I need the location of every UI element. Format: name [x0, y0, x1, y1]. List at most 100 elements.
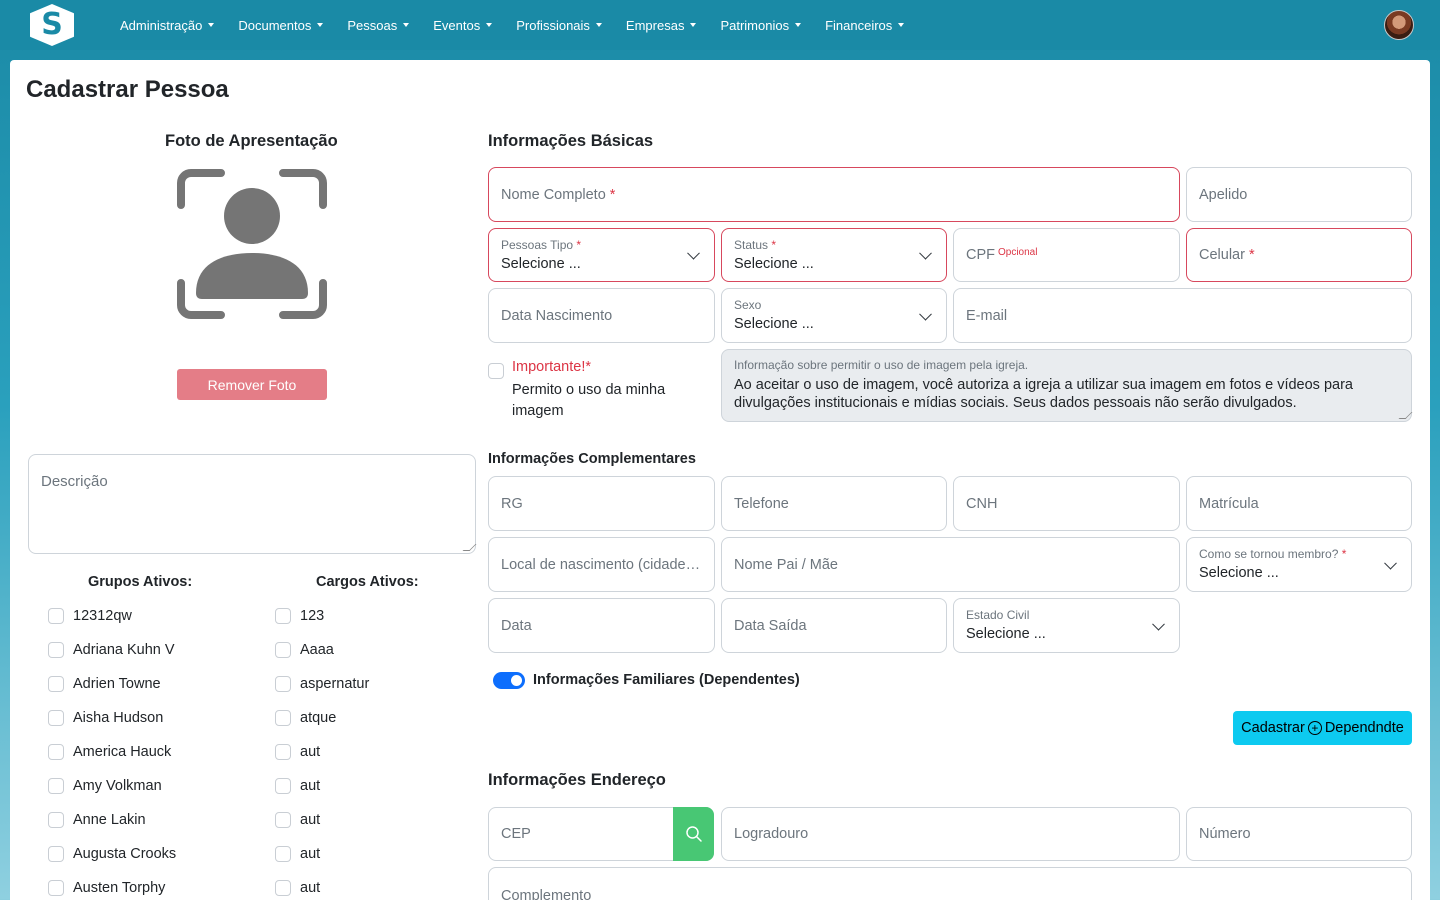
caret-down-icon — [595, 23, 602, 27]
membership-origin-select[interactable]: Como se tornou membro? * Selecione ... — [1186, 537, 1412, 592]
group-checkbox-item[interactable]: Austen Torphy — [48, 878, 165, 898]
caret-down-icon — [690, 23, 697, 27]
nav-label: Pessoas — [347, 17, 398, 33]
group-checkbox-item[interactable]: America Hauck — [48, 742, 171, 762]
remove-photo-button[interactable]: Remover Foto — [177, 369, 327, 400]
checkbox[interactable] — [48, 642, 64, 658]
registration-input[interactable]: Matrícula — [1186, 476, 1412, 531]
select-label: Status — [734, 238, 769, 252]
exit-date-input[interactable]: Data Saída — [721, 598, 947, 653]
checkbox-label: Augusta Crooks — [73, 846, 177, 862]
group-checkbox-item[interactable]: Adrien Towne — [48, 674, 161, 694]
checkbox[interactable] — [275, 812, 291, 828]
street-input[interactable]: Logradouro — [721, 807, 1180, 861]
field-placeholder: RG — [501, 495, 523, 512]
nav-item-profissionais[interactable]: Profissionais — [516, 18, 602, 33]
cnh-input[interactable]: CNH — [953, 476, 1180, 531]
nav-item-eventos[interactable]: Eventos — [433, 18, 493, 33]
nav-item-administracao[interactable]: Administração — [120, 17, 215, 33]
checkbox[interactable] — [48, 608, 64, 624]
checkbox[interactable] — [275, 642, 291, 658]
app-logo[interactable]: S — [30, 4, 74, 46]
checkbox[interactable] — [48, 880, 64, 896]
cargo-checkbox-item[interactable]: atque — [275, 708, 336, 728]
checkbox[interactable] — [275, 676, 291, 692]
complement-input[interactable]: Complemento — [488, 867, 1412, 900]
group-checkbox-item[interactable]: Amy Volkman — [48, 776, 162, 796]
cargo-checkbox-item[interactable]: aut — [275, 776, 320, 796]
nav-label: Administração — [120, 17, 203, 33]
add-dependent-button[interactable]: Cadastrar + Dependndte — [1233, 711, 1412, 745]
checkbox[interactable] — [275, 880, 291, 896]
date-input[interactable]: Data — [488, 598, 715, 653]
cargo-checkbox-item[interactable]: aut — [275, 844, 320, 864]
profile-photo-placeholder-icon[interactable] — [177, 169, 327, 319]
family-info-toggle[interactable] — [493, 672, 525, 689]
checkbox[interactable] — [48, 812, 64, 828]
cep-search-button[interactable] — [673, 807, 714, 861]
number-input[interactable]: Número — [1186, 807, 1412, 861]
checkbox[interactable] — [275, 778, 291, 794]
group-checkbox-item[interactable]: Anne Lakin — [48, 810, 146, 830]
nickname-input[interactable]: Apelido — [1186, 167, 1412, 222]
cargo-checkbox-item[interactable]: Aaaa — [275, 640, 334, 660]
group-checkbox-item[interactable]: 12312qw — [48, 606, 132, 626]
chevron-down-icon — [919, 307, 932, 321]
person-type-select[interactable]: Pessoas Tipo * Selecione ... — [488, 228, 715, 282]
sex-select[interactable]: Sexo Selecione ... — [721, 288, 947, 343]
checkbox-label: aspernatur — [300, 676, 370, 692]
cargo-checkbox-item[interactable]: aut — [275, 878, 320, 898]
cargo-checkbox-item[interactable]: aut — [275, 810, 320, 830]
full-name-input[interactable]: Nome Completo * — [488, 167, 1180, 222]
nav-label: Financeiros — [825, 17, 893, 33]
checkbox[interactable] — [275, 846, 291, 862]
birthplace-input[interactable]: Local de nascimento (cidade - estado) — [488, 537, 715, 592]
checkbox[interactable] — [48, 846, 64, 862]
marital-status-select[interactable]: Estado Civil Selecione ... — [953, 598, 1180, 653]
phone-input[interactable]: Telefone — [721, 476, 947, 531]
consent-text: Ao aceitar o uso de imagem, você autoriz… — [734, 377, 1353, 411]
parents-name-input[interactable]: Nome Pai / Mãe — [721, 537, 1180, 592]
cargos-title: Cargos Ativos: — [316, 574, 419, 590]
checkbox-label: 123 — [300, 608, 325, 624]
cellphone-input[interactable]: Celular * — [1186, 228, 1412, 282]
cargo-checkbox-item[interactable]: aspernatur — [275, 674, 369, 694]
checkbox[interactable] — [48, 744, 64, 760]
group-checkbox-item[interactable]: Augusta Crooks — [48, 844, 176, 864]
groups-title: Grupos Ativos: — [88, 574, 193, 590]
checkbox[interactable] — [275, 710, 291, 726]
checkbox[interactable] — [275, 744, 291, 760]
select-label: Sexo — [734, 298, 762, 312]
checkbox[interactable] — [48, 676, 64, 692]
description-textarea[interactable]: Descrição — [28, 454, 477, 554]
cpf-input[interactable]: CPF Opcional — [953, 228, 1180, 282]
checkbox[interactable] — [275, 608, 291, 624]
select-label: Pessoas Tipo — [501, 238, 574, 252]
nav-item-pessoas[interactable]: Pessoas — [347, 17, 410, 33]
email-input[interactable]: E-mail — [953, 288, 1412, 343]
status-select[interactable]: Status * Selecione ... — [721, 228, 947, 282]
field-placeholder: CPF — [966, 247, 995, 263]
nav-item-documentos[interactable]: Documentos — [238, 18, 324, 33]
group-checkbox-item[interactable]: Aisha Hudson — [48, 708, 163, 728]
resize-handle-icon[interactable] — [462, 544, 477, 551]
user-avatar[interactable] — [1384, 10, 1414, 40]
checkbox[interactable] — [48, 778, 64, 794]
checkbox-label: aut — [300, 778, 321, 794]
required-mark: * — [1248, 247, 1255, 263]
group-checkbox-item[interactable]: Adriana Kuhn V — [48, 640, 175, 660]
cargo-checkbox-item[interactable]: 123 — [275, 606, 324, 626]
checkbox-label: Anne Lakin — [73, 812, 146, 828]
cargo-checkbox-item[interactable]: aut — [275, 742, 320, 762]
image-consent-checkbox[interactable] — [488, 363, 504, 379]
checkbox[interactable] — [48, 710, 64, 726]
nav-item-financeiros[interactable]: Financeiros — [825, 17, 905, 33]
birth-date-input[interactable]: Data Nascimento — [488, 288, 715, 343]
page-title: Cadastrar Pessoa — [26, 76, 229, 103]
field-placeholder: Celular — [1199, 247, 1245, 263]
nav-item-patrimonios[interactable]: Patrimonios — [720, 18, 802, 33]
rg-input[interactable]: RG — [488, 476, 715, 531]
nav-item-empresas[interactable]: Empresas — [626, 18, 697, 33]
button-label: Cadastrar — [1241, 720, 1305, 736]
field-placeholder: E-mail — [966, 307, 1008, 324]
